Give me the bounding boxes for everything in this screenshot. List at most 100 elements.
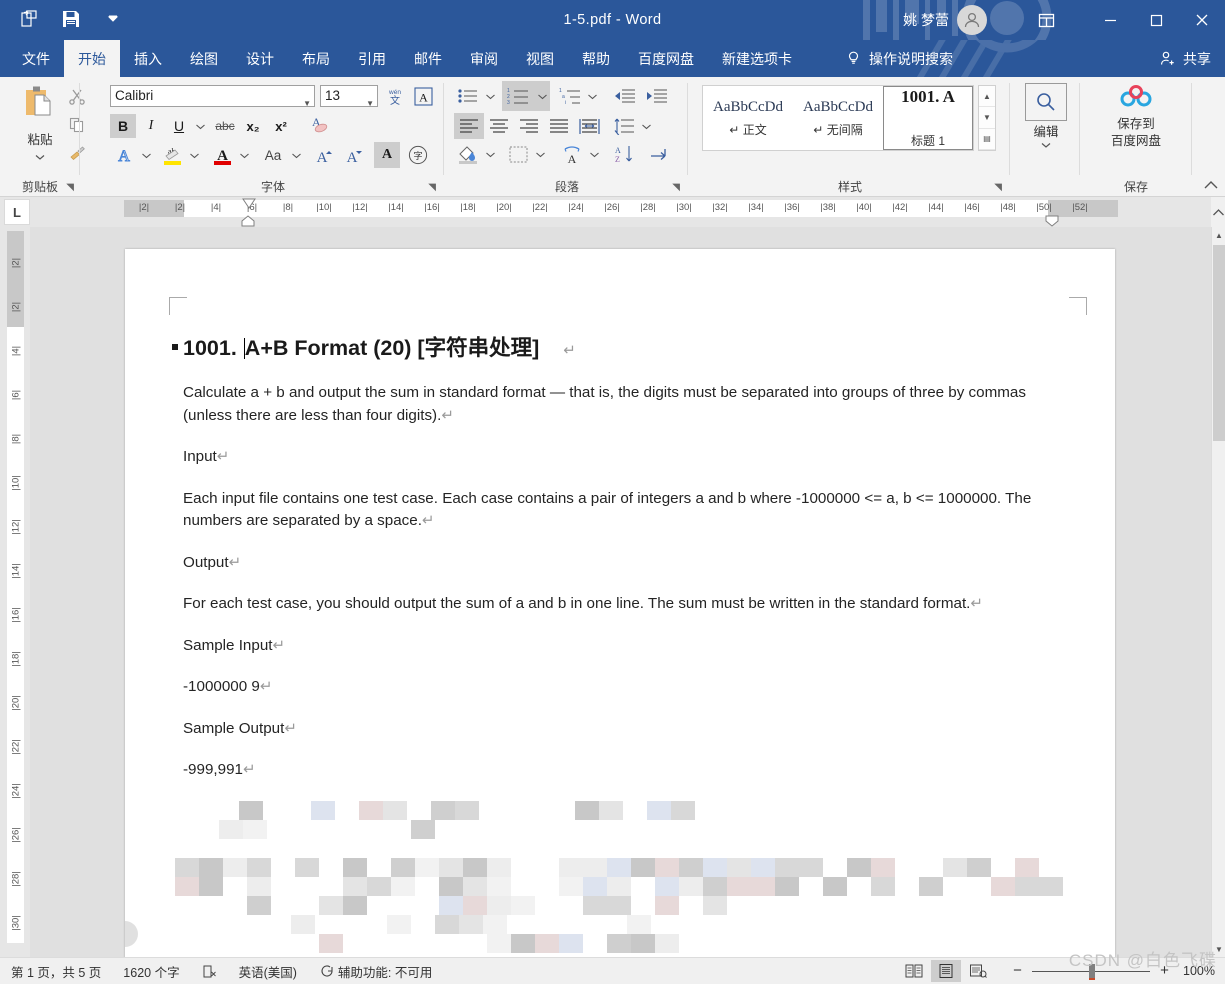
close-button[interactable] xyxy=(1179,0,1225,40)
superscript-button[interactable]: x² xyxy=(268,114,294,138)
align-left-button[interactable] xyxy=(454,113,484,139)
paragraph-sample-input-label[interactable]: Sample Input↵ xyxy=(183,635,1053,658)
text-highlight-button[interactable]: ab xyxy=(158,142,186,168)
font-dialog-launcher[interactable]: ◥ xyxy=(428,182,436,193)
numbering-button[interactable]: 1 2 3 xyxy=(502,81,534,111)
zoom-out-button[interactable]: − xyxy=(1011,962,1024,979)
ribbon-display-options-icon[interactable] xyxy=(1019,0,1073,40)
font-color-button[interactable]: A xyxy=(208,142,236,168)
line-spacing-caret-icon[interactable] xyxy=(638,113,654,139)
zoom-slider-thumb[interactable] xyxy=(1089,963,1095,980)
styles-gallery-more[interactable]: ▤ xyxy=(979,129,995,150)
shading-caret-icon[interactable] xyxy=(482,141,498,167)
collapse-ribbon-icon[interactable] xyxy=(1203,178,1219,193)
borders-button[interactable] xyxy=(504,141,532,167)
font-color-caret-icon[interactable] xyxy=(236,142,252,168)
multilevel-list-button[interactable]: 1 a i xyxy=(556,84,584,108)
increase-indent-button[interactable] xyxy=(642,84,672,108)
paragraph-input-spec[interactable]: Each input file contains one test case. … xyxy=(183,488,1053,533)
text-effects-button[interactable]: A xyxy=(110,142,138,168)
view-buttons[interactable] xyxy=(899,957,993,984)
zoom-level[interactable]: 100% xyxy=(1179,964,1215,978)
sort-button[interactable]: A Z xyxy=(610,141,638,167)
zoom-in-button[interactable]: + xyxy=(1158,962,1171,979)
change-case-caret-icon[interactable] xyxy=(288,142,304,168)
tab-view[interactable]: 视图 xyxy=(512,40,568,77)
font-size-caret-icon[interactable]: ▼ xyxy=(366,94,374,114)
tab-new-tab[interactable]: 新建选项卡 xyxy=(708,40,806,77)
underline-dropdown-caret-icon[interactable] xyxy=(192,114,208,138)
decrease-indent-button[interactable] xyxy=(610,84,640,108)
tab-baidu-netdisk[interactable]: 百度网盘 xyxy=(624,40,708,77)
page-indicator[interactable]: 第 1 页，共 5 页 xyxy=(0,962,112,981)
document-content[interactable]: 1001. A+B Format (20) [字符串处理] ↵ Calculat… xyxy=(172,331,1053,801)
character-shading-button[interactable]: A xyxy=(374,142,400,168)
scroll-down-arrow-icon[interactable]: ▼ xyxy=(1212,941,1225,957)
font-size-input[interactable]: 13 ▼ xyxy=(320,85,378,108)
avatar[interactable] xyxy=(957,5,987,35)
tab-list[interactable]: 文件 开始 插入 绘图 设计 布局 引用 邮件 审阅 视图 帮助 百度网盘 新建… xyxy=(8,40,806,77)
edit-dropdown-caret-icon[interactable] xyxy=(1040,141,1052,149)
first-line-indent-marker[interactable] xyxy=(242,198,256,209)
accessibility-status[interactable]: 辅助功能: 不可用 xyxy=(308,962,443,981)
collapse-heading-handle[interactable] xyxy=(125,921,138,947)
print-layout-view-button[interactable] xyxy=(931,959,961,982)
language-indicator[interactable]: 英语(美国) xyxy=(228,962,308,981)
justify-button[interactable] xyxy=(544,113,574,139)
tab-home[interactable]: 开始 xyxy=(64,40,120,77)
horizontal-ruler[interactable]: L |2| |2| |4| |6| |8| |10| |12| |14| |16| |18| |20… xyxy=(0,197,1225,227)
styles-dialog-launcher[interactable]: ◥ xyxy=(994,182,1002,193)
copy-button[interactable] xyxy=(62,111,92,139)
show-formatting-marks-button[interactable] xyxy=(644,141,672,167)
tab-insert[interactable]: 插入 xyxy=(120,40,176,77)
minimize-button[interactable] xyxy=(1087,0,1133,40)
zoom-slider[interactable] xyxy=(1032,963,1150,980)
chinese-layout-caret-icon[interactable] xyxy=(586,141,602,167)
maximize-button[interactable] xyxy=(1133,0,1179,40)
read-mode-view-button[interactable] xyxy=(899,960,929,982)
highlight-caret-icon[interactable] xyxy=(186,142,202,168)
shrink-font-button[interactable]: A xyxy=(342,142,368,168)
styles-scroll-up[interactable]: ▲ xyxy=(979,86,995,108)
format-painter-button[interactable] xyxy=(62,139,92,167)
text-effects-caret-icon[interactable] xyxy=(138,142,154,168)
paragraph-sample-output-label[interactable]: Sample Output↵ xyxy=(183,718,1053,741)
italic-button[interactable]: I xyxy=(138,114,164,138)
shading-button[interactable] xyxy=(454,141,482,167)
clear-formatting-button[interactable]: A xyxy=(302,111,332,139)
grow-font-button[interactable]: A xyxy=(312,142,338,168)
edit-button[interactable]: 编辑 xyxy=(1012,83,1080,149)
document-page[interactable]: 1001. A+B Format (20) [字符串处理] ↵ Calculat… xyxy=(125,249,1115,957)
paragraph-input-label[interactable]: Input↵ xyxy=(183,446,1053,469)
style-heading-1[interactable]: 1001. A 标题 1 xyxy=(883,86,973,150)
bold-button[interactable]: B xyxy=(110,114,136,138)
tab-review[interactable]: 审阅 xyxy=(456,40,512,77)
horizontal-ruler-track[interactable]: |2| |2| |4| |6| |8| |10| |12| |14| |16| |18| |20| |… xyxy=(124,200,1118,217)
tab-mailings[interactable]: 邮件 xyxy=(400,40,456,77)
tab-stop-selector[interactable]: L xyxy=(4,199,30,225)
clipboard-dialog-launcher[interactable]: ◥ xyxy=(66,182,74,193)
phonetic-guide-button[interactable]: wén 文 xyxy=(382,84,408,108)
line-spacing-button[interactable] xyxy=(610,113,638,139)
tab-file[interactable]: 文件 xyxy=(8,40,64,77)
window-controls[interactable] xyxy=(1019,0,1225,40)
paste-button[interactable]: 粘贴 xyxy=(12,83,68,166)
styles-gallery[interactable]: AaBbCcDd ↵ 正文 AaBbCcDd ↵ 无间隔 1001. A 标题 … xyxy=(702,85,974,151)
strikethrough-button[interactable]: abc xyxy=(212,114,238,138)
styles-gallery-scroll[interactable]: ▲ ▼ ▤ xyxy=(978,85,996,151)
vertical-ruler[interactable]: |2| |2| |4| |6| |8| |10| |12| |14| |16| |18| |20| |… xyxy=(0,227,30,957)
web-layout-view-button[interactable] xyxy=(963,960,993,982)
scroll-up-arrow-icon[interactable]: ▲ xyxy=(1212,227,1225,243)
bullets-button[interactable] xyxy=(454,84,482,108)
word-count[interactable]: 1620 个字 xyxy=(112,962,190,981)
user-account-area[interactable]: 姚 梦蕾 xyxy=(903,0,987,40)
paragraph-output-spec[interactable]: For each test case, you should output th… xyxy=(183,593,1053,616)
tab-draw[interactable]: 绘图 xyxy=(176,40,232,77)
bullets-caret-icon[interactable] xyxy=(482,84,498,108)
save-to-baidu-netdisk-button[interactable]: 保存到 百度网盘 xyxy=(1080,83,1192,150)
change-case-button[interactable]: Aa xyxy=(258,142,288,168)
document-canvas[interactable]: 1001. A+B Format (20) [字符串处理] ↵ Calculat… xyxy=(30,227,1211,957)
enclose-character-button[interactable]: 字 xyxy=(404,142,432,168)
vertical-ruler-track[interactable]: |2| |2| |4| |6| |8| |10| |12| |14| |16| |18| |20| |… xyxy=(7,231,24,943)
numbering-caret-icon[interactable] xyxy=(534,81,550,111)
